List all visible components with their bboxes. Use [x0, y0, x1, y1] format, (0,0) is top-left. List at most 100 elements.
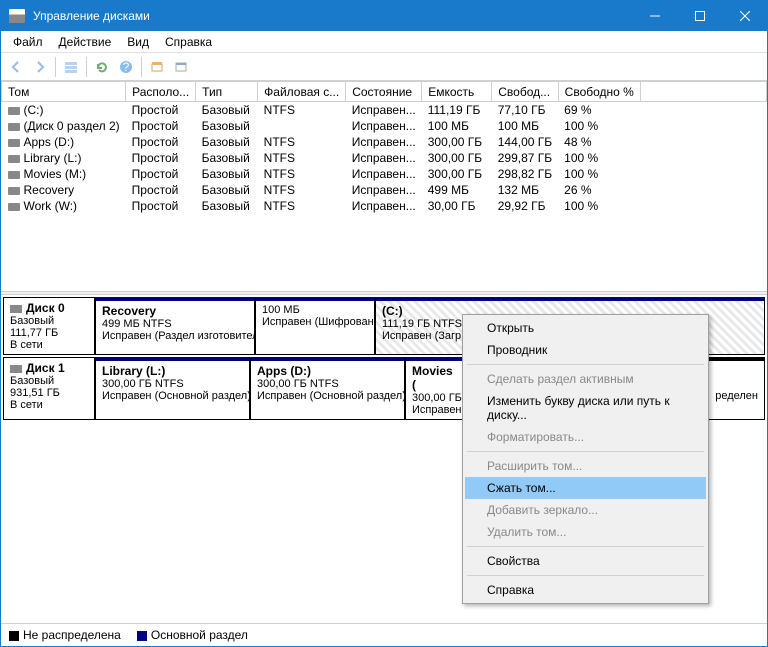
- part-name: Movies (: [412, 364, 458, 392]
- disk-type: Базовый: [10, 315, 88, 327]
- col-type[interactable]: Тип: [196, 82, 258, 102]
- disk-size: 111,77 ГБ: [10, 327, 88, 339]
- col-capacity[interactable]: Емкость: [422, 82, 492, 102]
- legend-label: Основной раздел: [151, 628, 248, 642]
- partition-library[interactable]: Library (L:) 300,00 ГБ NTFS Исправен (Ос…: [95, 357, 250, 420]
- ctx-sep: [467, 546, 704, 547]
- window-title: Управление дисками: [33, 9, 632, 23]
- disk-0-label[interactable]: Диск 0 Базовый 111,77 ГБ В сети: [3, 297, 95, 355]
- forward-icon[interactable]: [29, 56, 51, 78]
- part-name: Library (L:): [102, 364, 243, 378]
- window-buttons: [632, 1, 767, 31]
- part-status: Исправен: [412, 404, 458, 416]
- toolbar-sep: [55, 57, 56, 77]
- disk-size: 931,51 ГБ: [10, 387, 88, 399]
- part-size: 300,00 ГБ NTFS: [257, 378, 398, 390]
- col-freepct[interactable]: Свободно %: [558, 82, 640, 102]
- ctx-change-letter[interactable]: Изменить букву диска или путь к диску...: [465, 390, 706, 426]
- menu-action[interactable]: Действие: [51, 33, 120, 51]
- ctx-explorer[interactable]: Проводник: [465, 339, 706, 361]
- col-volume[interactable]: Том: [2, 82, 126, 102]
- legend-square-icon: [137, 631, 147, 641]
- ctx-properties[interactable]: Свойства: [465, 550, 706, 572]
- col-layout[interactable]: Располо...: [126, 82, 196, 102]
- volume-icon: [8, 123, 20, 131]
- toolbar-sep: [141, 57, 142, 77]
- tool-icon[interactable]: [146, 56, 168, 78]
- ctx-shrink[interactable]: Сжать том...: [465, 477, 706, 499]
- volume-icon: [8, 155, 20, 163]
- volume-icon: [8, 107, 20, 115]
- close-button[interactable]: [722, 1, 767, 31]
- part-status: Исправен (Шифрован: [262, 316, 368, 328]
- part-size: 499 МБ NTFS: [102, 318, 248, 330]
- menubar: Файл Действие Вид Справка: [1, 31, 767, 53]
- app-icon: [9, 9, 25, 23]
- legend-square-icon: [9, 631, 19, 641]
- part-status: Исправен (Раздел изготовител: [102, 330, 248, 342]
- svg-text:?: ?: [123, 60, 130, 74]
- ctx-sep: [467, 575, 704, 576]
- volume-row[interactable]: (C:)ПростойБазовыйNTFSИсправен...111,19 …: [2, 102, 767, 119]
- volume-icon: [8, 187, 20, 195]
- part-name: Recovery: [102, 304, 248, 318]
- disk-name: Диск 1: [26, 361, 65, 375]
- disk-icon: [10, 305, 22, 313]
- disk-name: Диск 0: [26, 301, 65, 315]
- volume-row[interactable]: Work (W:)ПростойБазовыйNTFSИсправен...30…: [2, 198, 767, 214]
- ctx-make-active: Сделать раздел активным: [465, 368, 706, 390]
- col-fs[interactable]: Файловая с...: [258, 82, 346, 102]
- context-menu: Открыть Проводник Сделать раздел активны…: [462, 314, 709, 604]
- col-status[interactable]: Состояние: [346, 82, 422, 102]
- part-status: Исправен (Основной раздел): [257, 390, 398, 402]
- view-icon[interactable]: [60, 56, 82, 78]
- part-size: 300,00 ГБ: [412, 392, 458, 404]
- ctx-sep: [467, 364, 704, 365]
- part-name: Apps (D:): [257, 364, 398, 378]
- ctx-sep: [467, 451, 704, 452]
- volume-row[interactable]: Apps (D:)ПростойБазовыйNTFSИсправен...30…: [2, 134, 767, 150]
- ctx-add-mirror: Добавить зеркало...: [465, 499, 706, 521]
- volume-row[interactable]: Movies (M:)ПростойБазовыйNTFSИсправен...…: [2, 166, 767, 182]
- disk-1-label[interactable]: Диск 1 Базовый 931,51 ГБ В сети: [3, 357, 95, 420]
- ctx-open[interactable]: Открыть: [465, 317, 706, 339]
- menu-file[interactable]: Файл: [5, 33, 51, 51]
- ctx-extend: Расширить том...: [465, 455, 706, 477]
- volume-row[interactable]: Library (L:)ПростойБазовыйNTFSИсправен..…: [2, 150, 767, 166]
- disk-icon: [10, 365, 22, 373]
- volume-icon: [8, 203, 20, 211]
- maximize-button[interactable]: [677, 1, 722, 31]
- volume-row[interactable]: (Диск 0 раздел 2)ПростойБазовыйИсправен.…: [2, 118, 767, 134]
- part-size: 300,00 ГБ NTFS: [102, 378, 243, 390]
- refresh-icon[interactable]: [91, 56, 113, 78]
- volume-list: Том Располо... Тип Файловая с... Состоян…: [1, 81, 767, 291]
- ctx-delete: Удалить том...: [465, 521, 706, 543]
- volume-row[interactable]: RecoveryПростойБазовыйNTFSИсправен...499…: [2, 182, 767, 198]
- toolbar-sep: [86, 57, 87, 77]
- tool-icon[interactable]: [170, 56, 192, 78]
- col-spacer: [640, 82, 766, 102]
- ctx-format: Форматировать...: [465, 426, 706, 448]
- minimize-button[interactable]: [632, 1, 677, 31]
- menu-help[interactable]: Справка: [157, 33, 220, 51]
- part-size: 100 МБ: [262, 304, 368, 316]
- partition-efi[interactable]: 100 МБ Исправен (Шифрован: [255, 297, 375, 355]
- toolbar: ?: [1, 53, 767, 81]
- titlebar: Управление дисками: [1, 1, 767, 31]
- legend: Не распределена Основной раздел: [1, 623, 767, 646]
- partition-recovery[interactable]: Recovery 499 МБ NTFS Исправен (Раздел из…: [95, 297, 255, 355]
- volume-icon: [8, 171, 20, 179]
- volume-icon: [8, 139, 20, 147]
- part-status: Исправен (Основной раздел): [102, 390, 243, 402]
- legend-label: Не распределена: [23, 628, 121, 642]
- legend-unallocated: Не распределена: [9, 628, 121, 642]
- partition-movies[interactable]: Movies ( 300,00 ГБ Исправен: [405, 357, 465, 420]
- help-icon[interactable]: ?: [115, 56, 137, 78]
- partition-apps[interactable]: Apps (D:) 300,00 ГБ NTFS Исправен (Основ…: [250, 357, 405, 420]
- col-free[interactable]: Свобод...: [492, 82, 558, 102]
- disk-status: В сети: [10, 339, 88, 351]
- menu-view[interactable]: Вид: [119, 33, 157, 51]
- back-icon[interactable]: [5, 56, 27, 78]
- disk-status: В сети: [10, 399, 88, 411]
- ctx-help[interactable]: Справка: [465, 579, 706, 601]
